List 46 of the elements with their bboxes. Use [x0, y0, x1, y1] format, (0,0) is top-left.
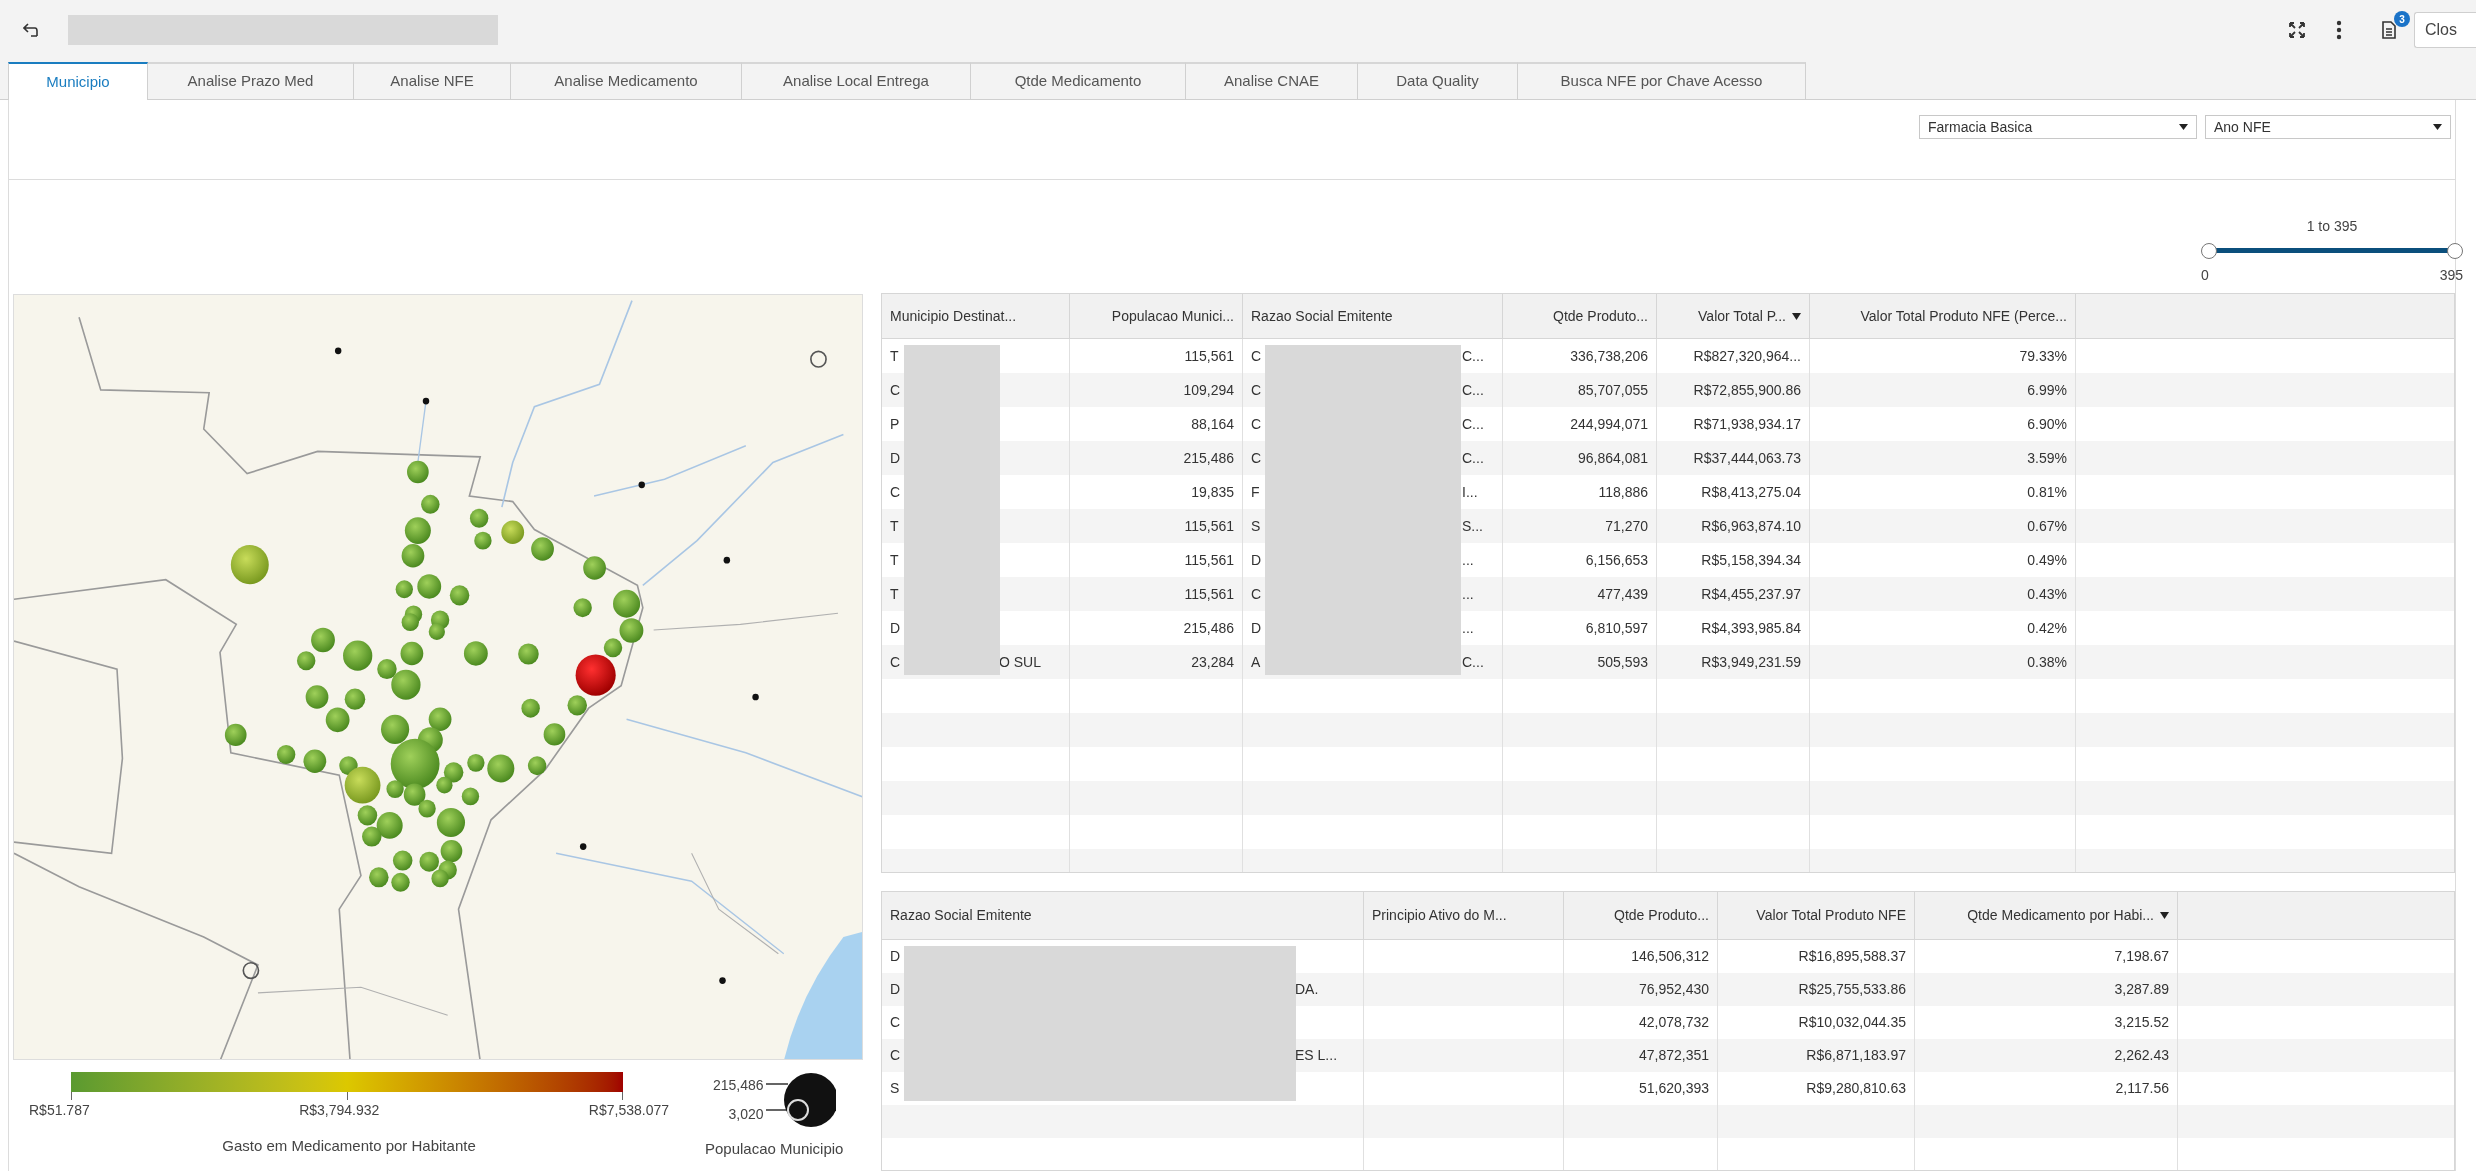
expand-icon [2289, 22, 2305, 38]
back-arrow-icon [23, 23, 39, 37]
sort-descending-icon [2160, 912, 2169, 919]
column-header[interactable]: Razao Social Emitente [882, 892, 1364, 939]
range-min-label: 0 [2201, 266, 2209, 285]
column-header[interactable]: Qtde Produto... [1503, 294, 1657, 338]
tab[interactable]: Municipio [8, 62, 148, 100]
column-header[interactable]: Valor Total Produto NFE (Perce... [1810, 294, 2076, 338]
scale-label: R$3,794.932 [299, 1101, 380, 1120]
document-icon [2382, 21, 2396, 39]
column-header[interactable]: Municipio Destinat... [882, 294, 1070, 338]
tab[interactable]: Data Quality [1358, 62, 1518, 99]
tab[interactable]: Busca NFE por Chave Acesso [1518, 62, 1806, 99]
slider-handle[interactable] [2201, 243, 2217, 259]
range-slider[interactable] [2201, 243, 2463, 259]
column-header[interactable]: Qtde Medicamento por Habi... [1915, 892, 2178, 939]
tab[interactable]: Analise NFE [354, 62, 511, 99]
caret-icon [2433, 124, 2442, 130]
scale-label: 215,486 [712, 1076, 764, 1095]
dropdown[interactable]: Farmacia Basica [1919, 115, 2197, 139]
scale-label: R$51.787 [29, 1101, 90, 1120]
slider-handle[interactable] [2447, 243, 2463, 259]
range-max-label: 395 [2439, 266, 2463, 285]
legend-title: Gasto em Medicamento por Habitante [222, 1136, 476, 1156]
column-header[interactable]: Populacao Munici... [1070, 294, 1243, 338]
tab[interactable]: Analise Prazo Med [148, 62, 354, 99]
column-header[interactable]: Valor Total Produto NFE [1718, 892, 1915, 939]
caret-icon [2179, 124, 2188, 130]
dropdown[interactable]: Ano NFE [2205, 115, 2451, 139]
column-header[interactable]: Razao Social Emitente [1243, 294, 1503, 338]
column-header[interactable]: Qtde Produto... [1564, 892, 1718, 939]
scale-label: R$7,538.077 [588, 1101, 669, 1120]
tab[interactable]: Analise Medicamento [511, 62, 742, 99]
column-header[interactable]: Valor Total P... [1657, 294, 1810, 338]
kebab-menu-icon [2336, 20, 2342, 40]
scale-label: 3,020 [728, 1105, 764, 1124]
legend-title: Populacao Municipio [705, 1139, 844, 1159]
bubble-size-icon [765, 1072, 836, 1128]
range-label: 1 to 395 [2306, 217, 2358, 236]
notification-badge: 3 [2394, 11, 2410, 27]
column-header[interactable]: Principio Ativo do M... [1364, 892, 1564, 939]
tab[interactable]: Analise Local Entrega [742, 62, 971, 99]
tab[interactable]: Qtde Medicamento [971, 62, 1186, 99]
close-button[interactable]: Clos [2414, 12, 2476, 48]
sort-descending-icon [1792, 312, 1801, 320]
tab[interactable]: Analise CNAE [1186, 62, 1358, 99]
